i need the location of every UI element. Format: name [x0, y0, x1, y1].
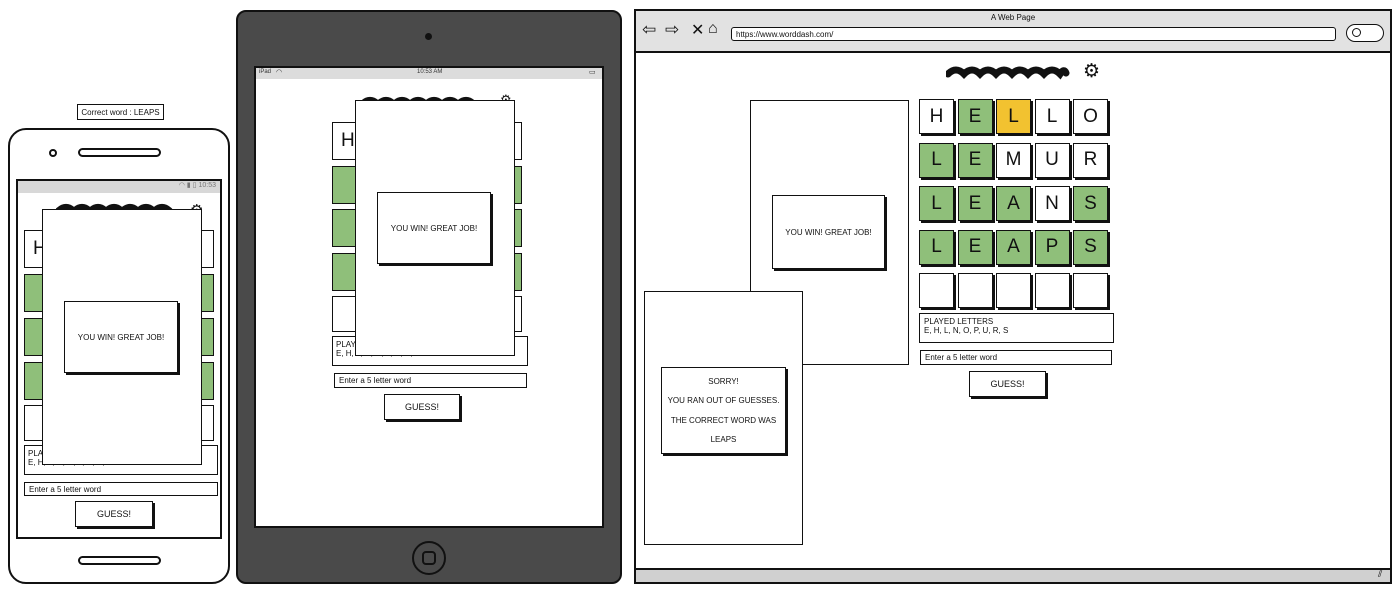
letter-tile: H: [919, 99, 954, 134]
battery-icon: ▭: [589, 69, 596, 76]
tablet-screen: iPad ◠ 10:53 AM ▭ ⚙ H PLAYED LETTERS E, …: [254, 66, 604, 528]
letter-tile: A: [996, 186, 1031, 221]
tablet-status-bar: iPad ◠ 10:53 AM ▭: [256, 68, 602, 79]
logo: [946, 66, 1070, 80]
letter-tile: L: [919, 142, 954, 178]
browser-bottom-bar: [636, 568, 1390, 582]
forward-icon[interactable]: ⇨: [665, 20, 679, 40]
phone-status-bar: ◠ ▮ ▯ 10:53: [18, 181, 220, 193]
letter-tile: O: [1073, 99, 1108, 134]
battery-icon: ▯: [192, 182, 197, 189]
played-letters-title: PLAYED LETTERS: [924, 317, 994, 326]
letter-tile: [1034, 273, 1070, 308]
correct-word-note: Correct word : LEAPS: [77, 104, 164, 120]
resize-grip-icon[interactable]: ⫽: [1378, 569, 1382, 580]
tablet-status-time: 10:53 AM: [417, 69, 443, 75]
lose-line-1: SORRY!: [708, 377, 739, 387]
lose-line-2: YOU RAN OUT OF GUESSES.: [667, 396, 780, 406]
word-input[interactable]: Enter a 5 letter word: [334, 373, 527, 388]
letter-tile: E: [957, 99, 993, 134]
letter-tile: E: [957, 142, 993, 178]
letter-tile: [1073, 273, 1108, 308]
letter-tile: [957, 273, 993, 308]
win-message: YOU WIN! GREAT JOB!: [377, 192, 491, 264]
letter-tile: E: [957, 229, 993, 265]
phone-home-bar: [78, 556, 161, 565]
lose-message: SORRY! YOU RAN OUT OF GUESSES. THE CORRE…: [661, 367, 786, 454]
letter-tile: L: [919, 229, 954, 265]
lose-modal: SORRY! YOU RAN OUT OF GUESSES. THE CORRE…: [644, 291, 803, 545]
lose-line-3: THE CORRECT WORD WAS: [670, 415, 777, 425]
letter-tile: L: [1034, 99, 1070, 134]
letter-tile: E: [957, 186, 993, 221]
win-modal: YOU WIN! GREAT JOB!: [42, 209, 202, 465]
letter-tile: A: [996, 229, 1031, 265]
win-message: YOU WIN! GREAT JOB!: [64, 301, 178, 373]
address-bar[interactable]: https://www.worddash.com/: [731, 27, 1336, 41]
lose-line-4: LEAPS: [710, 434, 737, 444]
word-input[interactable]: Enter a 5 letter word: [24, 482, 218, 496]
win-message: YOU WIN! GREAT JOB!: [772, 195, 885, 269]
letter-tile: R: [1073, 142, 1108, 178]
search-button[interactable]: [1346, 24, 1384, 42]
letter-tile: N: [1034, 186, 1070, 221]
guess-button[interactable]: GUESS!: [969, 371, 1046, 397]
played-letters-box: PLAYED LETTERS E, H, L, N, O, P, U, R, S: [919, 313, 1114, 343]
phone-screen: ◠ ▮ ▯ 10:53 ⚙ H PLAYED LETTERS E, H, L, …: [16, 179, 222, 539]
phone-status-time: 10:53: [198, 182, 216, 189]
home-icon[interactable]: ⌂: [708, 20, 718, 38]
letter-tile: [996, 273, 1031, 308]
phone-speaker: [78, 148, 161, 157]
signal-icon: ▮: [186, 182, 191, 189]
letter-tile: U: [1034, 142, 1070, 178]
close-icon[interactable]: ✕: [691, 20, 704, 40]
letter-tile: S: [1073, 229, 1108, 265]
browser-title: A Web Page: [990, 12, 1036, 22]
guess-button[interactable]: GUESS!: [75, 501, 153, 527]
settings-icon[interactable]: ⚙: [1083, 60, 1100, 83]
played-letters-list: E, H, L, N, O, P, U, R, S: [924, 326, 1009, 335]
back-icon[interactable]: ⇦: [642, 20, 656, 40]
letter-tile: L: [996, 99, 1031, 134]
phone-camera: [49, 149, 57, 157]
wifi-icon: ◠: [276, 69, 283, 76]
tablet-camera: [425, 33, 432, 40]
letter-tile: M: [996, 142, 1031, 178]
letter-tile: P: [1034, 229, 1070, 265]
tablet-status-left: iPad: [259, 69, 272, 75]
letter-tile: [919, 273, 954, 308]
letter-tile: S: [1073, 186, 1108, 221]
tablet-home-button[interactable]: [412, 541, 446, 575]
wifi-icon: ◠: [178, 182, 185, 189]
word-input[interactable]: Enter a 5 letter word: [920, 350, 1112, 365]
letter-tile: L: [919, 186, 954, 221]
win-modal: YOU WIN! GREAT JOB!: [355, 100, 515, 356]
search-icon: [1352, 28, 1361, 37]
guess-button[interactable]: GUESS!: [384, 394, 460, 420]
